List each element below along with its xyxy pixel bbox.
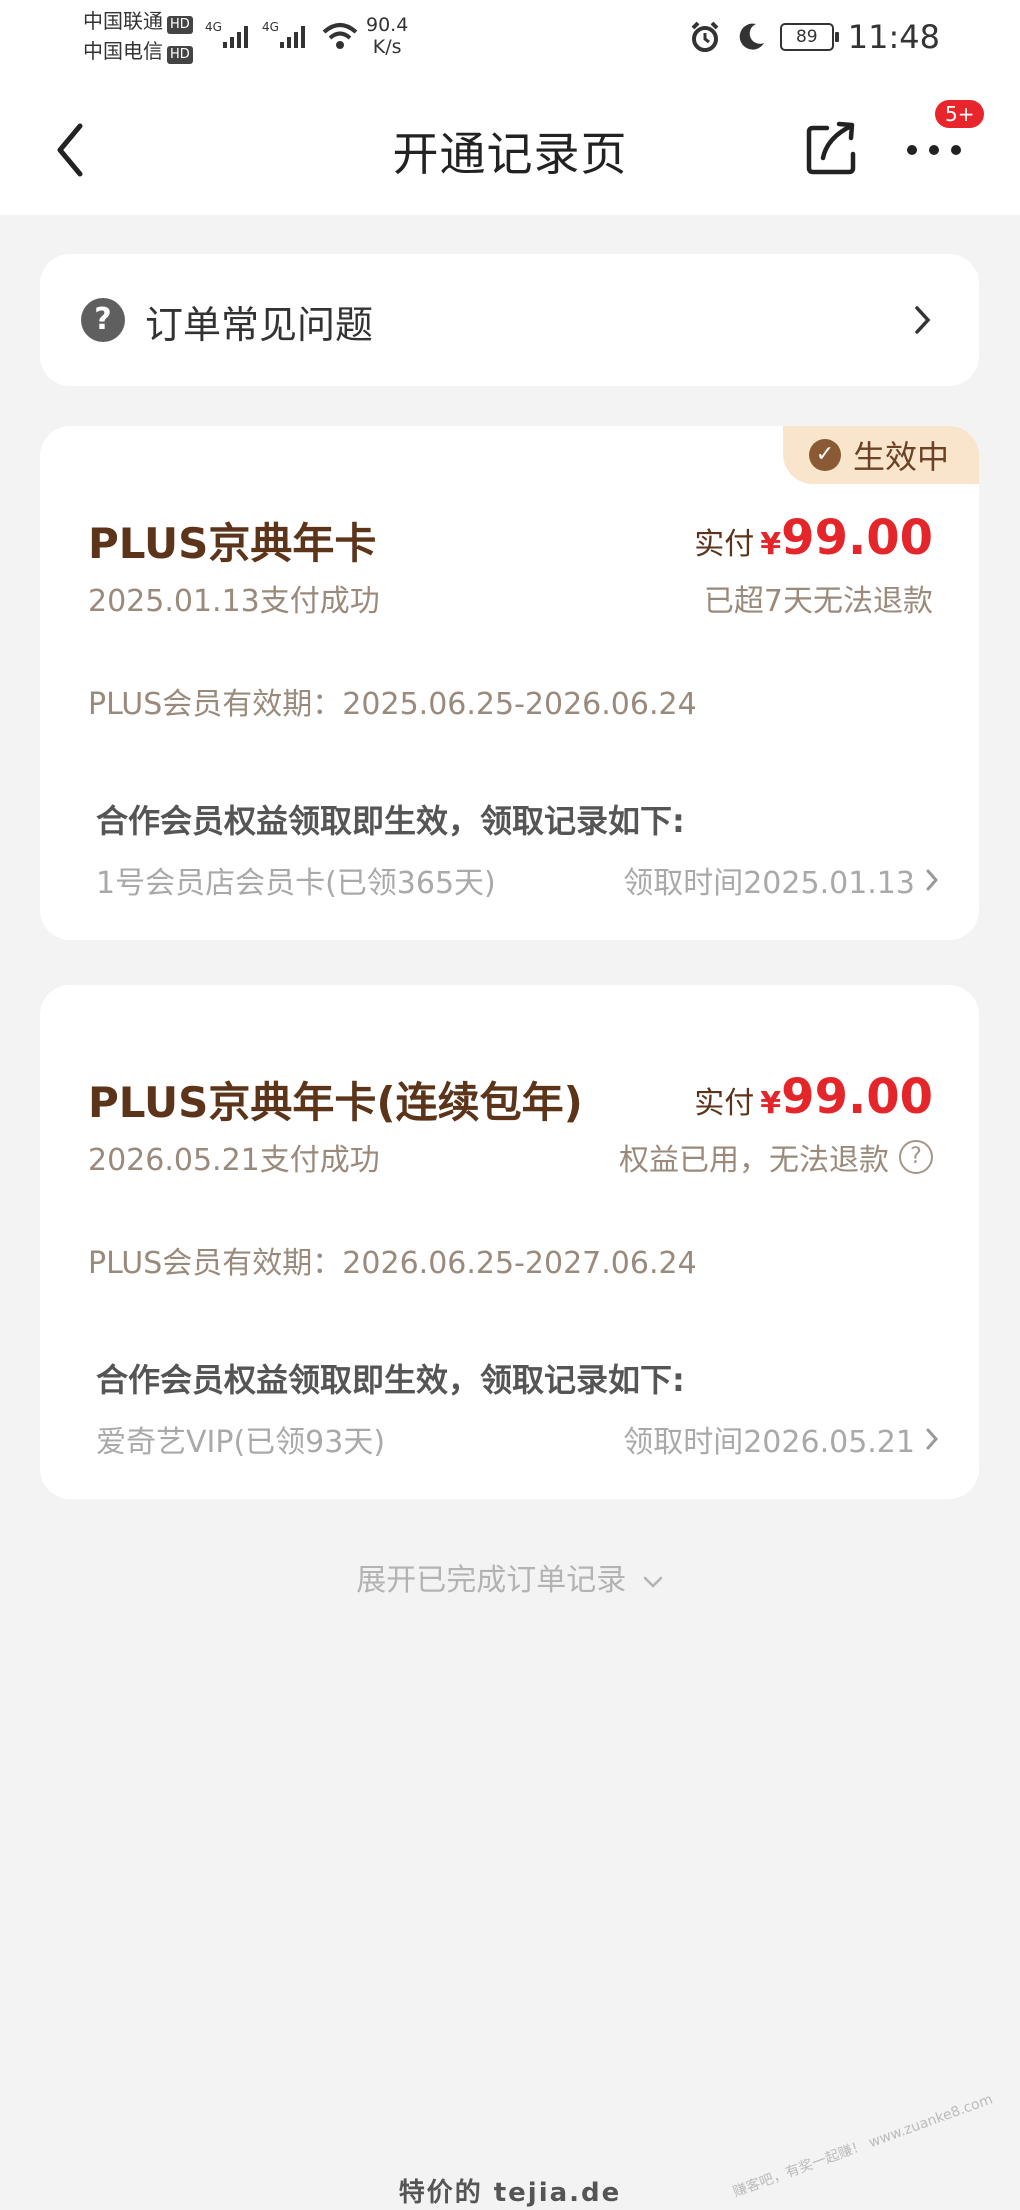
nav-bar: 开通记录页 [0, 80, 1020, 215]
chevron-right-icon [915, 306, 931, 334]
refund-note: 权益已用，无法退款 ? [619, 1135, 933, 1179]
clock: 11:48 [847, 18, 940, 56]
paid-label: 实付 [694, 1086, 755, 1121]
pay-date: 2026.05.21支付成功 [88, 1143, 380, 1178]
expand-label: 展开已完成订单记录 [356, 1563, 627, 1598]
paid-amount: 实付 ¥ 99.00 [694, 510, 933, 566]
validity-period: PLUS会员有效期：2026.06.25-2027.06.24 [88, 1246, 697, 1281]
svg-text:4G: 4G [205, 20, 222, 34]
order-name: PLUS京典年卡(连续包年) [88, 1078, 583, 1127]
paid-amount: 实付 ¥ 99.00 [694, 1069, 933, 1125]
carrier-2-label: 中国电信 [83, 39, 163, 63]
check-icon: ✓ [808, 439, 841, 471]
question-icon: ? [81, 298, 125, 342]
signal-icon-2: 4G [262, 20, 305, 48]
benefit-time: 领取时间2026.05.21 [623, 1425, 915, 1460]
refund-note: 已超7天无法退款 [704, 576, 933, 620]
benefit-title: 合作会员权益领取即生效，领取记录如下: [96, 802, 685, 840]
hd-badge: HD [167, 16, 193, 34]
currency-symbol: ¥ [760, 1086, 782, 1121]
wifi-icon [322, 23, 358, 49]
more-icon[interactable] [904, 140, 964, 160]
refund-note-text: 权益已用，无法退款 [619, 1143, 889, 1178]
benefit-title: 合作会员权益领取即生效，领取记录如下: [96, 1361, 685, 1399]
help-icon[interactable]: ? [899, 1140, 933, 1174]
chevron-right-icon [926, 869, 939, 891]
carrier-1-label: 中国联通 [83, 9, 163, 33]
benefit-item: 1号会员店会员卡(已领365天) [96, 866, 496, 901]
expand-completed-orders[interactable]: 展开已完成订单记录 [0, 1555, 1020, 1599]
pay-date: 2025.01.13支付成功 [88, 584, 380, 619]
page-title: 开通记录页 [392, 127, 628, 181]
status-badge: ✓ 生效中 [782, 426, 979, 484]
battery-level: 89 [795, 27, 818, 47]
net-speed: 90.4 K/s [366, 14, 408, 58]
share-icon[interactable] [805, 118, 859, 176]
message-badge: 5+ [935, 100, 985, 128]
net-speed-value: 90.4 [366, 14, 409, 36]
benefit-time: 领取时间2025.01.13 [623, 866, 915, 901]
signal-icon: 4G [205, 20, 248, 48]
order-card: ✓ 生效中 PLUS京典年卡 2025.01.13支付成功 实付 ¥ 99.00… [40, 426, 979, 940]
benefit-record-link[interactable]: 领取时间2026.05.21 [623, 1417, 939, 1461]
amount: 99.00 [781, 510, 933, 566]
status-bar: 中国联通 HD 中国电信 HD 4G 4G 90.4 K/s 89 11:48 [0, 0, 1020, 80]
battery-icon: 89 [779, 23, 839, 51]
svg-text:4G: 4G [262, 20, 279, 34]
order-summary: ✓ 生效中 PLUS京典年卡 2025.01.13支付成功 实付 ¥ 99.00… [40, 426, 979, 752]
refund-note-text: 已超7天无法退款 [703, 584, 933, 619]
carrier-1: 中国联通 HD [83, 10, 193, 34]
order-name: PLUS京典年卡 [88, 519, 377, 568]
amount: 99.00 [781, 1069, 933, 1125]
watermark: 特价的 tejia.de [398, 2178, 622, 2208]
faq-entry[interactable]: ? 订单常见问题 [40, 254, 979, 386]
chevron-down-icon [643, 1576, 663, 1588]
net-speed-unit: K/s [372, 36, 402, 58]
alarm-icon [691, 21, 719, 52]
faq-label: 订单常见问题 [145, 303, 374, 347]
order-summary: PLUS京典年卡(连续包年) 2026.05.21支付成功 实付 ¥ 99.00… [40, 985, 979, 1311]
hd-badge: HD [167, 46, 193, 64]
status-label: 生效中 [852, 438, 949, 476]
benefit-item: 爱奇艺VIP(已领93天) [96, 1425, 386, 1460]
currency-symbol: ¥ [760, 527, 782, 562]
chevron-right-icon [926, 1428, 939, 1450]
moon-icon [739, 23, 764, 50]
status-right: 89 11:48 [688, 18, 940, 56]
paid-label: 实付 [694, 527, 755, 562]
validity-period: PLUS会员有效期：2025.06.25-2026.06.24 [88, 687, 697, 722]
carrier-2: 中国电信 HD [83, 40, 193, 64]
order-card: PLUS京典年卡(连续包年) 2026.05.21支付成功 实付 ¥ 99.00… [40, 985, 979, 1499]
benefit-record-link[interactable]: 领取时间2025.01.13 [623, 858, 939, 902]
